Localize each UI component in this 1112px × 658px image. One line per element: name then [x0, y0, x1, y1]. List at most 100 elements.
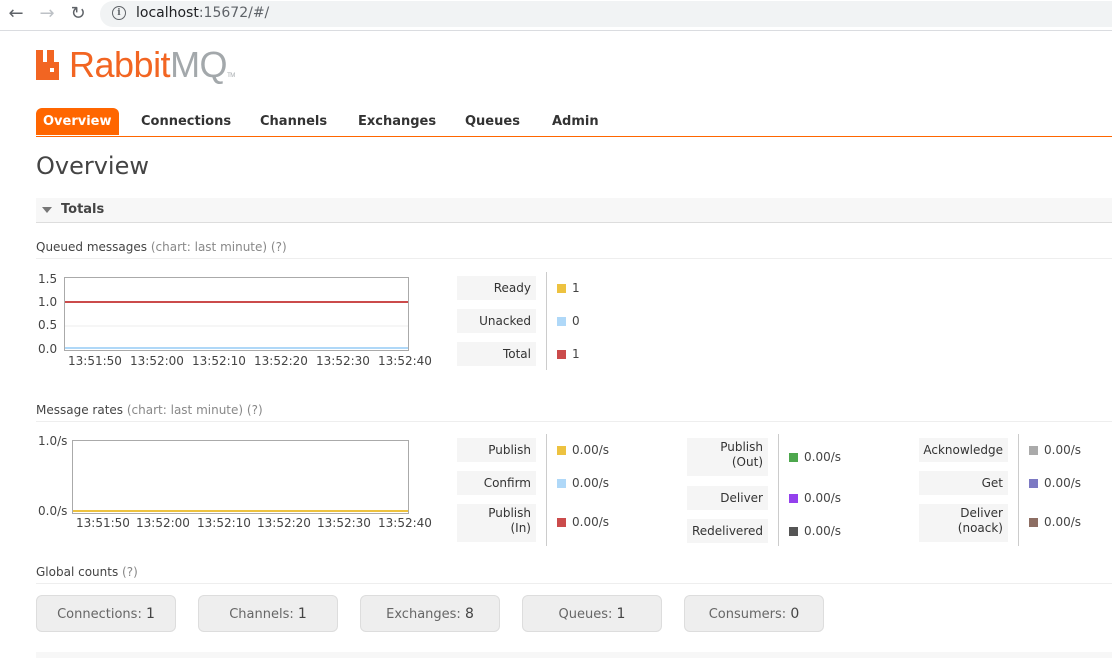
- legend-label-ready: Ready: [457, 276, 536, 300]
- back-arrow-icon[interactable]: ←: [6, 4, 26, 24]
- legend-value-deliver: 0.00/s: [804, 491, 842, 505]
- x-tick: 13:51:50: [68, 354, 122, 368]
- count-label: Queues:: [558, 607, 613, 622]
- count-label: Connections:: [57, 607, 142, 622]
- legend-separator: [778, 434, 779, 546]
- legend-value-confirm: 0.00/s: [572, 476, 610, 490]
- queued-plot: [64, 277, 409, 351]
- divider: [36, 583, 1112, 584]
- legend-swatch: [1029, 446, 1038, 455]
- connections-count-button[interactable]: Connections: 1: [36, 595, 176, 632]
- legend-value-total: 1: [572, 347, 580, 361]
- x-tick: 13:52:10: [197, 516, 251, 530]
- tab-queues[interactable]: Queues: [465, 108, 520, 135]
- consumers-count-button[interactable]: Consumers: 0: [684, 595, 824, 632]
- legend-value-publish-out: 0.00/s: [804, 450, 842, 464]
- count-value: 1: [616, 606, 626, 622]
- reload-icon[interactable]: ↻: [68, 4, 88, 24]
- global-counts-hint[interactable]: (?): [122, 565, 138, 579]
- channels-count-button[interactable]: Channels: 1: [198, 595, 338, 632]
- rates-chart-hint[interactable]: (chart: last minute) (?): [127, 403, 263, 417]
- totals-title: Totals: [61, 202, 105, 217]
- y-tick: 0.0/s: [38, 504, 68, 518]
- y-tick: 0.5: [38, 318, 58, 332]
- count-value: 0: [790, 606, 800, 622]
- legend-label-total: Total: [457, 342, 536, 366]
- x-tick: 13:52:30: [317, 516, 371, 530]
- legend-swatch: [557, 446, 566, 455]
- legend-separator: [546, 434, 547, 546]
- legend-label-publish: Publish: [457, 438, 536, 462]
- page-title: Overview: [36, 152, 149, 180]
- queued-chart-hint[interactable]: (chart: last minute) (?): [151, 240, 287, 254]
- global-counts-heading: Global counts (?): [36, 565, 138, 579]
- main-nav-tabs: Overview Connections Channels Exchanges …: [36, 108, 1112, 137]
- totals-section-header[interactable]: Totals: [36, 198, 1112, 223]
- x-tick: 13:52:30: [316, 354, 370, 368]
- legend-label-deliver-noack: Deliver (noack): [919, 504, 1008, 542]
- x-tick: 13:52:10: [192, 354, 246, 368]
- x-tick: 13:51:50: [76, 516, 130, 530]
- count-value: 8: [464, 606, 474, 622]
- count-value: 1: [145, 606, 155, 622]
- queues-count-button[interactable]: Queues: 1: [522, 595, 662, 632]
- x-tick: 13:52:20: [257, 516, 311, 530]
- tab-overview[interactable]: Overview: [36, 108, 119, 135]
- legend-value-deliver-noack: 0.00/s: [1044, 515, 1082, 529]
- legend-swatch: [789, 527, 798, 536]
- exchanges-count-button[interactable]: Exchanges: 8: [360, 595, 500, 632]
- divider: [36, 258, 1112, 259]
- legend-value-publish-in: 0.00/s: [572, 515, 610, 529]
- count-label: Exchanges:: [386, 607, 461, 622]
- legend-value-publish: 0.00/s: [572, 443, 610, 457]
- browser-toolbar: ← → ↻ i localhost:15672/#/: [0, 0, 1112, 31]
- legend-separator: [1018, 434, 1019, 546]
- legend-swatch: [557, 479, 566, 488]
- legend-label-unacked: Unacked: [457, 309, 536, 333]
- legend-swatch: [1029, 479, 1038, 488]
- divider: [36, 421, 1112, 422]
- legend-label-acknowledge: Acknowledge: [919, 438, 1008, 462]
- tab-exchanges[interactable]: Exchanges: [358, 108, 436, 135]
- y-tick: 1.0: [38, 295, 58, 309]
- x-tick: 13:52:00: [136, 516, 190, 530]
- legend-separator: [546, 272, 547, 370]
- legend-label-confirm: Confirm: [457, 471, 536, 495]
- count-label: Channels:: [229, 607, 294, 622]
- x-tick: 13:52:40: [378, 354, 432, 368]
- legend-value-ready: 1: [572, 281, 580, 295]
- legend-value-get: 0.00/s: [1044, 476, 1082, 490]
- legend-label-publish-in: Publish (In): [457, 504, 536, 542]
- legend-value-redelivered: 0.00/s: [804, 524, 842, 538]
- forward-arrow-icon[interactable]: →: [37, 4, 57, 24]
- info-icon[interactable]: i: [112, 6, 126, 20]
- legend-label-redelivered: Redelivered: [687, 519, 768, 543]
- x-tick: 13:52:20: [254, 354, 308, 368]
- legend-swatch: [789, 453, 798, 462]
- legend-swatch: [1029, 518, 1038, 527]
- legend-value-unacked: 0: [572, 314, 580, 328]
- x-tick: 13:52:40: [378, 516, 432, 530]
- y-tick: 1.0/s: [38, 434, 68, 448]
- logo-wordmark: RabbitMQTM: [69, 44, 235, 85]
- y-tick: 0.0: [38, 342, 58, 356]
- address-bar[interactable]: i localhost:15672/#/: [100, 1, 1112, 27]
- legend-value-acknowledge: 0.00/s: [1044, 443, 1082, 457]
- y-tick: 1.5: [38, 272, 58, 286]
- legend-label-deliver: Deliver: [687, 486, 768, 510]
- legend-swatch: [557, 518, 566, 527]
- collapse-triangle-icon: [42, 207, 52, 213]
- tab-channels[interactable]: Channels: [260, 108, 327, 135]
- x-tick: 13:52:00: [130, 354, 184, 368]
- tab-connections[interactable]: Connections: [141, 108, 231, 135]
- legend-label-get: Get: [919, 471, 1008, 495]
- rates-plot: [72, 440, 409, 514]
- url-text: localhost:15672/#/: [136, 5, 270, 21]
- next-section-band: [36, 652, 1112, 658]
- legend-label-publish-out: Publish (Out): [687, 438, 768, 476]
- queued-messages-heading: Queued messages (chart: last minute) (?): [36, 240, 287, 254]
- tab-admin[interactable]: Admin: [552, 108, 599, 135]
- legend-swatch: [557, 284, 566, 293]
- legend-swatch: [557, 317, 566, 326]
- count-label: Consumers:: [708, 607, 787, 622]
